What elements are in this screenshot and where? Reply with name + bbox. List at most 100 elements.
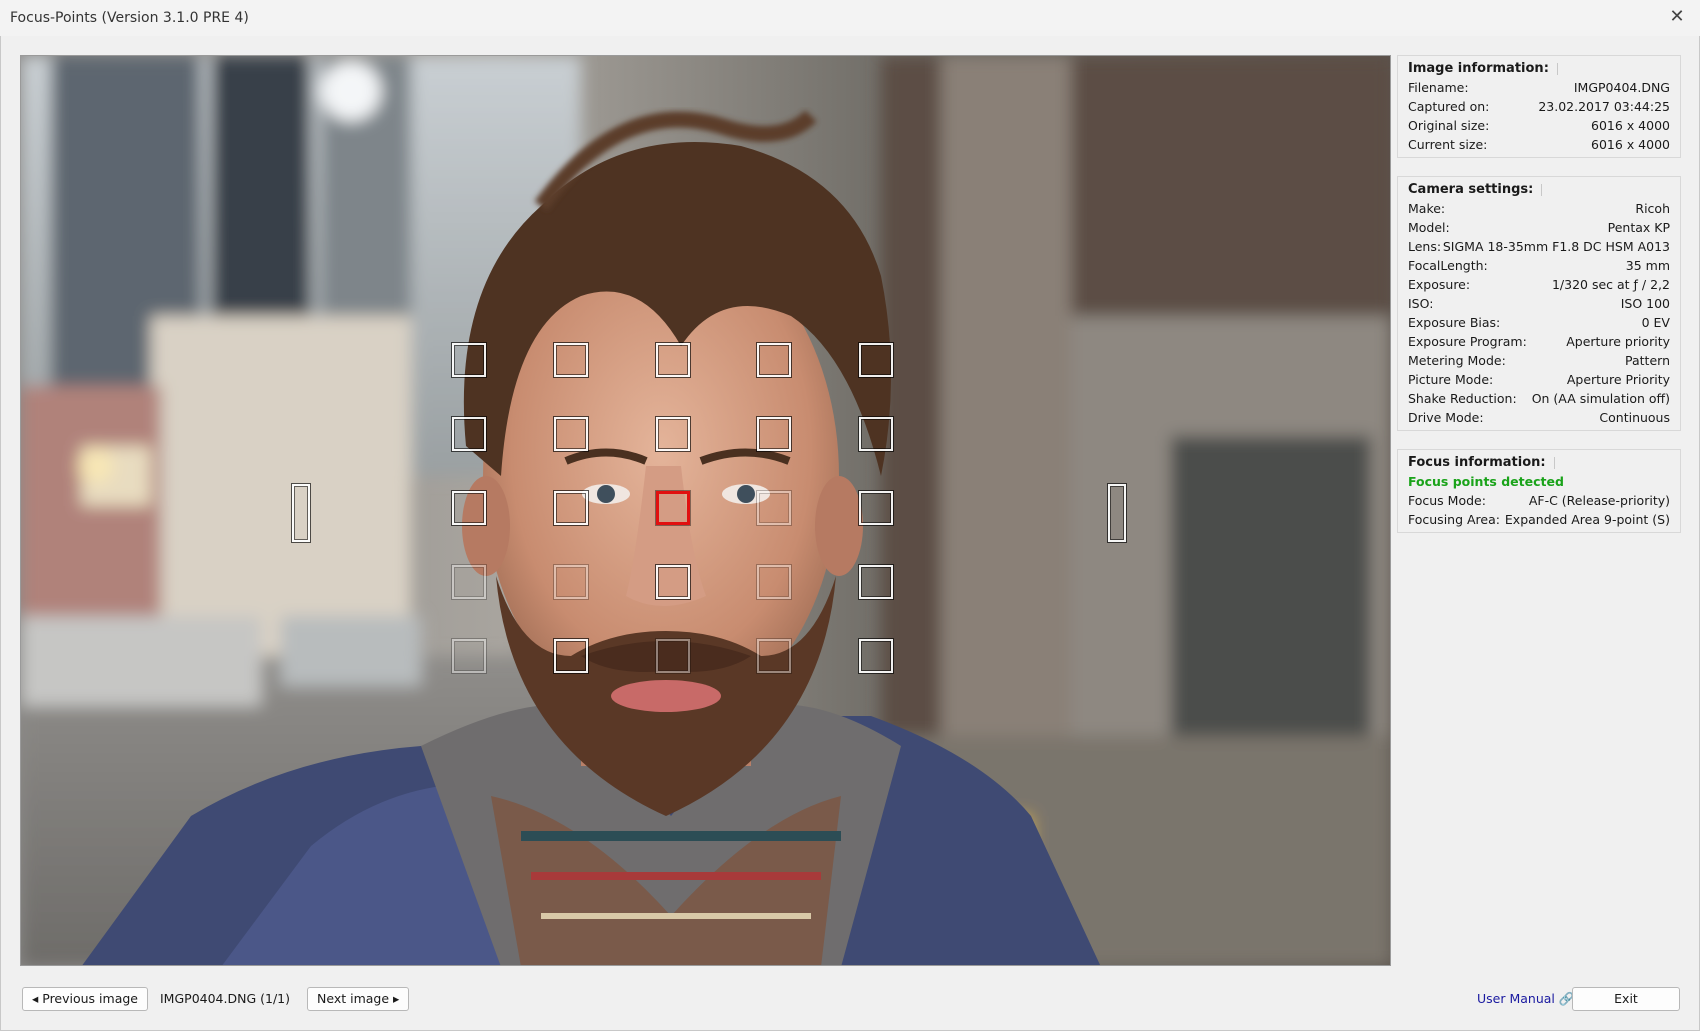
info-label: Focus Mode:	[1408, 493, 1486, 508]
side-focus-point	[1108, 484, 1126, 542]
focus-point	[452, 565, 486, 599]
window-title: Focus-Points (Version 3.1.0 PRE 4)	[10, 10, 249, 26]
info-value: Aperture priority	[1566, 334, 1670, 349]
focus-point	[859, 417, 893, 451]
info-row: Current size: 6016 x 4000	[1408, 135, 1670, 154]
info-value: ISO 100	[1620, 296, 1670, 311]
focus-point	[757, 417, 791, 451]
info-value: On (AA simulation off)	[1531, 391, 1670, 406]
camera-settings-rows: Make: Ricoh Model: Pentax KP Lens: SIGMA 18-3…	[1408, 199, 1670, 427]
user-manual-link[interactable]: User Manual 🔗	[1477, 987, 1574, 1011]
info-value: Continuous	[1599, 410, 1670, 425]
close-icon[interactable]: ✕	[1668, 8, 1686, 26]
info-row: Shake Reduction: On (AA simulation off)	[1408, 389, 1670, 408]
info-row: Focus Mode: AF-C (Release-priority)	[1408, 491, 1670, 510]
active-focus-point	[656, 491, 690, 525]
section-title: Camera settings:	[1408, 182, 1670, 197]
image-info-rows: Filename: IMGP0404.DNG Captured on: 23.02.2…	[1408, 78, 1670, 154]
info-value: SIGMA 18-35mm F1.8 DC HSM A013	[1442, 239, 1670, 254]
info-label: Drive Mode:	[1408, 410, 1484, 425]
section-title: Image information:	[1408, 61, 1670, 76]
side-focus-point	[292, 484, 310, 542]
info-label: Picture Mode:	[1408, 372, 1494, 387]
info-label: Make:	[1408, 201, 1446, 216]
title-bar: Focus-Points (Version 3.1.0 PRE 4) ✕	[0, 0, 1700, 36]
info-panel: Image information: Filename: IMGP0404.DNG…	[1397, 55, 1681, 551]
info-row: Captured on: 23.02.2017 03:44:25	[1408, 97, 1670, 116]
info-label: ISO:	[1408, 296, 1434, 311]
info-label: Metering Mode:	[1408, 353, 1506, 368]
focus-point	[757, 565, 791, 599]
info-value: Pentax KP	[1607, 220, 1670, 235]
focus-point	[656, 343, 690, 377]
info-row: Exposure: 1/320 sec at ƒ / 2,2	[1408, 275, 1670, 294]
focus-point	[554, 565, 588, 599]
info-value: 0 EV	[1641, 315, 1670, 330]
info-label: Original size:	[1408, 118, 1490, 133]
info-value: Aperture Priority	[1566, 372, 1670, 387]
info-row: FocalLength: 35 mm	[1408, 256, 1670, 275]
info-row: Filename: IMGP0404.DNG	[1408, 78, 1670, 97]
focus-point	[554, 343, 588, 377]
focus-point	[757, 639, 791, 673]
focus-info-rows: Focus Mode: AF-C (Release-priority) Focusi…	[1408, 491, 1670, 529]
focus-point	[554, 491, 588, 525]
focus-point	[859, 491, 893, 525]
next-image-button[interactable]: Next image ▸	[307, 987, 410, 1011]
focus-point	[656, 417, 690, 451]
info-value: IMGP0404.DNG	[1573, 80, 1670, 95]
info-row: Picture Mode: Aperture Priority	[1408, 370, 1670, 389]
info-value: 6016 x 4000	[1591, 137, 1670, 152]
section-title: Focus information:	[1408, 455, 1670, 470]
info-label: Exposure Bias:	[1408, 315, 1501, 330]
info-row: Model: Pentax KP	[1408, 218, 1670, 237]
info-value: 1/320 sec at ƒ / 2,2	[1551, 277, 1670, 292]
previous-image-button[interactable]: ◂ Previous image	[22, 987, 148, 1011]
focus-point	[452, 343, 486, 377]
current-file-label: IMGP0404.DNG (1/1)	[160, 991, 290, 1006]
focus-point	[452, 417, 486, 451]
camera-settings-section: Camera settings: Make: Ricoh Model: Pentax …	[1397, 176, 1681, 431]
info-label: Focusing Area:	[1408, 512, 1500, 527]
focus-status: Focus points detected	[1408, 474, 1564, 489]
focus-point	[656, 639, 690, 673]
info-label: Captured on:	[1408, 99, 1490, 114]
focus-point	[452, 639, 486, 673]
info-row: Exposure Bias: 0 EV	[1408, 313, 1670, 332]
focus-point	[554, 417, 588, 451]
info-row: Make: Ricoh	[1408, 199, 1670, 218]
info-value: 6016 x 4000	[1591, 118, 1670, 133]
focus-point	[859, 565, 893, 599]
info-value: Expanded Area 9-point (S)	[1504, 512, 1670, 527]
info-row: Exposure Program: Aperture priority	[1408, 332, 1670, 351]
info-row: Original size: 6016 x 4000	[1408, 116, 1670, 135]
info-label: Model:	[1408, 220, 1450, 235]
focus-point	[656, 565, 690, 599]
info-label: Exposure:	[1408, 277, 1471, 292]
focus-point	[554, 639, 588, 673]
focus-point	[859, 639, 893, 673]
image-information-section: Image information: Filename: IMGP0404.DNG…	[1397, 55, 1681, 158]
info-label: Current size:	[1408, 137, 1488, 152]
focus-point	[859, 343, 893, 377]
info-value: Ricoh	[1635, 201, 1670, 216]
info-row: Metering Mode: Pattern	[1408, 351, 1670, 370]
info-label: FocalLength:	[1408, 258, 1488, 273]
info-row: Drive Mode: Continuous	[1408, 408, 1670, 427]
info-row: Lens: SIGMA 18-35mm F1.8 DC HSM A013	[1408, 237, 1670, 256]
info-row: ISO: ISO 100	[1408, 294, 1670, 313]
info-label: Filename:	[1408, 80, 1469, 95]
photo-viewer	[20, 55, 1391, 966]
info-value: AF-C (Release-priority)	[1528, 493, 1670, 508]
exit-button[interactable]: Exit	[1572, 987, 1680, 1011]
info-label: Lens:	[1408, 239, 1442, 254]
info-value: Pattern	[1625, 353, 1670, 368]
focus-information-section: Focus information: Focus points detected…	[1397, 449, 1681, 533]
info-label: Exposure Program:	[1408, 334, 1527, 349]
portrait-photo	[21, 56, 1390, 965]
focus-point	[757, 343, 791, 377]
info-label: Shake Reduction:	[1408, 391, 1517, 406]
focus-point	[757, 491, 791, 525]
info-value: 23.02.2017 03:44:25	[1538, 99, 1670, 114]
info-row: Focusing Area: Expanded Area 9-point (S)	[1408, 510, 1670, 529]
